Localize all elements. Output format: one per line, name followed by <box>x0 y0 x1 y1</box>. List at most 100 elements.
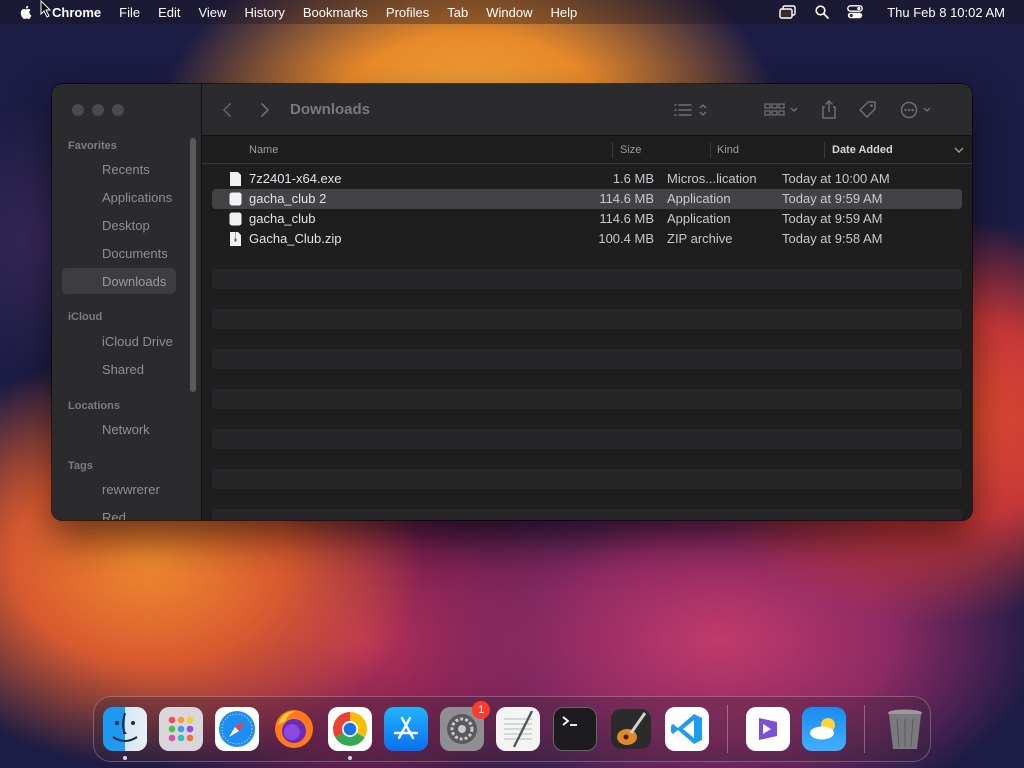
menu-extras: Thu Feb 8 10:02 AM <box>761 0 1005 24</box>
share-icon[interactable] <box>820 100 838 120</box>
column-name[interactable]: Name <box>249 144 278 156</box>
sidebar-item-documents[interactable]: Documents <box>62 240 176 266</box>
launchpad-icon[interactable] <box>159 707 204 751</box>
dock: 1 <box>93 696 931 762</box>
garageband-icon[interactable] <box>609 707 653 751</box>
table-row[interactable]: 7z2401-x64.exe 1.6 MB Micros...lication … <box>212 169 962 189</box>
menu-bar: Chrome File Edit View History Bookmarks … <box>0 0 1024 24</box>
column-size[interactable]: Size <box>620 144 641 156</box>
trash-icon[interactable] <box>883 707 927 751</box>
column-kind[interactable]: Kind <box>717 144 739 156</box>
firefox-icon[interactable] <box>272 707 316 751</box>
sidebar-scrollbar[interactable] <box>190 138 196 392</box>
table-row[interactable]: gacha_club 114.6 MB Application Today at… <box>212 209 962 229</box>
downloads-icon <box>72 274 86 288</box>
menu-app-name[interactable]: Chrome <box>52 5 101 20</box>
visual-studio-icon[interactable] <box>746 707 791 751</box>
close-button[interactable] <box>72 104 84 116</box>
empty-row <box>212 349 962 369</box>
terminal-icon[interactable] <box>552 707 597 751</box>
sidebar-item-downloads[interactable]: Downloads <box>62 268 176 294</box>
sidebar-item-tag-red[interactable]: Red <box>62 504 176 521</box>
column-divider[interactable] <box>710 142 711 158</box>
column-divider[interactable] <box>824 142 825 158</box>
file-name: 7z2401-x64.exe <box>249 171 342 186</box>
menu-history[interactable]: History <box>244 5 284 20</box>
empty-row <box>212 389 962 409</box>
sidebar-item-network[interactable]: Network <box>62 416 176 442</box>
back-icon[interactable] <box>222 100 232 120</box>
file-size: 114.6 MB <box>599 191 654 206</box>
minimize-button[interactable] <box>92 104 104 116</box>
column-date-added[interactable]: Date Added <box>832 144 893 156</box>
shared-folder-icon <box>72 362 86 376</box>
table-row[interactable]: Gacha_Club.zip 100.4 MB ZIP archive Toda… <box>212 229 962 249</box>
safari-icon[interactable] <box>215 707 260 751</box>
menu-file[interactable]: File <box>119 5 140 20</box>
sidebar-item-label: Red <box>102 509 126 521</box>
file-size: 100.4 MB <box>598 231 654 246</box>
column-divider[interactable] <box>612 142 613 158</box>
group-icon[interactable] <box>764 100 800 120</box>
sidebar-item-shared[interactable]: Shared <box>62 356 176 382</box>
column-header: Name Size Kind Date Added <box>202 136 972 164</box>
screen-mirroring-icon[interactable] <box>779 5 797 19</box>
application-icon <box>229 212 242 226</box>
file-name: Gacha_Club.zip <box>249 231 342 246</box>
finder-toolbar: Downloads <box>202 84 972 136</box>
vscode-icon[interactable] <box>664 707 709 751</box>
apple-icon[interactable] <box>18 4 34 20</box>
sidebar-item-label: rewwrerer <box>102 481 160 497</box>
menu-window[interactable]: Window <box>486 5 532 20</box>
finder-sidebar: Favorites Recents Applications Desktop D… <box>52 84 202 520</box>
chrome-icon[interactable] <box>327 707 372 760</box>
menu-bookmarks[interactable]: Bookmarks <box>303 5 368 20</box>
file-date-added: Today at 9:59 AM <box>782 191 883 206</box>
sort-chevron-down-icon[interactable] <box>954 145 964 157</box>
sidebar-item-applications[interactable]: Applications <box>62 184 176 210</box>
app-store-icon[interactable] <box>383 707 428 751</box>
search-icon[interactable] <box>815 5 830 19</box>
sidebar-item-label: iCloud Drive <box>102 333 173 349</box>
notification-badge: 1 <box>472 701 491 719</box>
empty-row <box>212 509 962 520</box>
tag-icon[interactable] <box>858 100 878 120</box>
sidebar-item-desktop[interactable]: Desktop <box>62 212 176 238</box>
dock-divider <box>864 705 866 753</box>
weather-icon[interactable] <box>802 707 847 751</box>
table-row[interactable]: gacha_club 2 114.6 MB Application Today … <box>212 189 962 209</box>
empty-row <box>212 309 962 329</box>
more-actions-icon[interactable] <box>900 100 936 120</box>
file-list: 7z2401-x64.exe 1.6 MB Micros...lication … <box>212 169 962 520</box>
sidebar-item-label: Downloads <box>102 273 167 289</box>
empty-row <box>212 369 962 389</box>
menu-clock[interactable]: Thu Feb 8 10:02 AM <box>887 5 1005 20</box>
file-size: 114.6 MB <box>599 211 654 226</box>
dock-divider <box>727 705 729 753</box>
menu-profiles[interactable]: Profiles <box>386 5 429 20</box>
textedit-icon[interactable] <box>496 707 541 751</box>
list-view-icon[interactable] <box>674 100 710 120</box>
menu-help[interactable]: Help <box>551 5 578 20</box>
sidebar-item-tag-rewwrerer[interactable]: rewwrerer <box>62 476 176 502</box>
finder-window: Favorites Recents Applications Desktop D… <box>52 84 972 520</box>
cloud-icon <box>72 334 86 348</box>
empty-row <box>212 289 962 309</box>
sidebar-item-icloud-drive[interactable]: iCloud Drive <box>62 328 176 354</box>
zoom-button[interactable] <box>112 104 124 116</box>
finder-icon[interactable] <box>103 707 147 760</box>
tag-dot-icon <box>72 482 86 496</box>
menu-edit[interactable]: Edit <box>158 5 180 20</box>
sidebar-item-recents[interactable]: Recents <box>62 156 176 182</box>
mouse-cursor-icon <box>40 0 52 18</box>
control-center-icon[interactable] <box>847 5 864 19</box>
file-date-added: Today at 10:00 AM <box>782 171 890 186</box>
system-settings-icon[interactable]: 1 <box>440 701 491 751</box>
forward-icon[interactable] <box>260 100 270 120</box>
menu-view[interactable]: View <box>198 5 226 20</box>
empty-row <box>212 409 962 429</box>
menu-tab[interactable]: Tab <box>447 5 468 20</box>
sidebar-section-icloud: iCloud <box>68 311 103 323</box>
zip-archive-icon <box>230 232 241 246</box>
finder-content: Downloads Name Size Kind Date Added 7z24… <box>202 84 972 520</box>
